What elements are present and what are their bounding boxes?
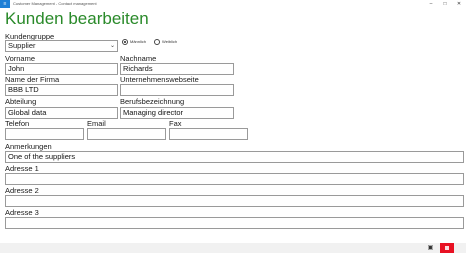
kundengruppe-select[interactable]: Supplier ⌄ xyxy=(5,40,118,52)
abteilung-label: Abteilung xyxy=(5,97,37,106)
minimize-icon[interactable]: – xyxy=(424,0,438,8)
email-field[interactable] xyxy=(87,128,166,140)
close-icon[interactable]: ✕ xyxy=(452,0,466,8)
webseite-label: Unternehmenswebseite xyxy=(120,75,199,84)
radio-male[interactable]: Männlich xyxy=(122,39,146,45)
abteilung-field[interactable]: Global data xyxy=(5,107,118,119)
berufsbezeichnung-field[interactable]: Managing director xyxy=(120,107,234,119)
adresse3-field[interactable] xyxy=(5,217,464,229)
window-controls: – □ ✕ xyxy=(424,0,466,8)
delete-icon[interactable] xyxy=(440,243,454,253)
fax-label: Fax xyxy=(169,119,182,128)
adresse1-field[interactable] xyxy=(5,173,464,185)
telefon-label: Telefon xyxy=(5,119,30,128)
window-title: Customer Management - Contact management xyxy=(13,1,97,6)
adresse1-label: Adresse 1 xyxy=(5,164,39,173)
chevron-down-icon: ⌄ xyxy=(109,43,115,49)
nachname-field[interactable]: Richards xyxy=(120,63,234,75)
vorname-field[interactable]: John xyxy=(5,63,118,75)
command-bar xyxy=(0,243,466,253)
vorname-label: Vorname xyxy=(5,54,36,63)
save-icon[interactable]: ▣ xyxy=(425,244,436,252)
radio-male-indicator xyxy=(122,39,128,45)
firma-field[interactable]: BBB LTD xyxy=(5,84,118,96)
telefon-field[interactable] xyxy=(5,128,84,140)
maximize-icon[interactable]: □ xyxy=(438,0,452,8)
page-title: Kunden bearbeiten xyxy=(5,9,149,28)
nachname-label: Nachname xyxy=(120,54,157,63)
title-bar: ≡ Customer Management - Contact manageme… xyxy=(0,0,466,8)
adresse3-label: Adresse 3 xyxy=(5,208,39,217)
radio-female-label: Weiblich xyxy=(162,39,178,44)
radio-female-indicator xyxy=(154,39,160,45)
kundengruppe-value: Supplier xyxy=(8,41,36,50)
radio-male-label: Männlich xyxy=(130,39,147,44)
firma-label: Name der Firma xyxy=(5,75,60,84)
webseite-field[interactable] xyxy=(120,84,234,96)
email-label: Email xyxy=(87,119,106,128)
adresse2-field[interactable] xyxy=(5,195,464,207)
fax-field[interactable] xyxy=(169,128,248,140)
app-icon: ≡ xyxy=(0,0,10,8)
berufsbezeichnung-label: Berufsbezeichnung xyxy=(120,97,185,106)
adresse2-label: Adresse 2 xyxy=(5,186,39,195)
anmerkungen-label: Anmerkungen xyxy=(5,142,52,151)
radio-female[interactable]: Weiblich xyxy=(154,39,177,45)
anmerkungen-field[interactable]: One of the suppliers xyxy=(5,151,464,163)
